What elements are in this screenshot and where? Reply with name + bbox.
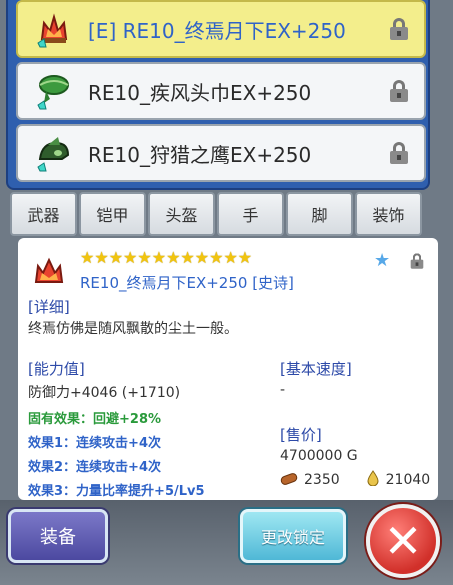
- speed-header: [基本速度]: [280, 360, 352, 378]
- inherent-effect: 固有效果：回避+28%: [28, 412, 162, 427]
- equipment-item-name: RE10_疾风头巾EX+250: [88, 80, 312, 105]
- tab-weapon[interactable]: 武器: [10, 192, 77, 236]
- equip-button[interactable]: 装备: [8, 509, 108, 563]
- item-detail-panel: ★★★★★★★★★★★★ ★ RE10_终焉月下EX+250 [史诗] [详细]…: [18, 238, 438, 500]
- equipment-item-name: [E] RE10_终焉月下EX+250: [88, 18, 346, 43]
- lock-icon[interactable]: [390, 142, 408, 164]
- effect-3: 效果3：力量比率提升+5/Lv5: [28, 484, 205, 499]
- close-button[interactable]: ✕: [366, 504, 440, 578]
- crown-fire-icon: [34, 9, 74, 49]
- defense-value: 防御力+4046 (+1710): [28, 385, 181, 401]
- lock-icon[interactable]: [390, 18, 408, 40]
- effect-1: 效果1：连续攻击+4次: [28, 436, 161, 451]
- tab-accessory[interactable]: 装饰: [355, 192, 422, 236]
- equipment-item-1[interactable]: RE10_疾风头巾EX+250: [16, 62, 426, 120]
- price-header: [售价]: [280, 426, 322, 444]
- equipment-category-tabs: 武器 铠甲 头盔 手 脚 装饰: [10, 192, 422, 236]
- price-gold: 4700000 G: [280, 448, 358, 464]
- tab-foot[interactable]: 脚: [286, 192, 353, 236]
- equipment-item-name: RE10_狩猎之鹰EX+250: [88, 142, 312, 167]
- material-2-count: 21040: [385, 472, 431, 488]
- tab-hand[interactable]: 手: [217, 192, 284, 236]
- item-description: 终焉仿佛是随风飘散的尘土一般。: [28, 321, 238, 337]
- tab-armor[interactable]: 铠甲: [79, 192, 146, 236]
- price-materials: 2350 21040: [280, 470, 430, 490]
- detail-header: [详细]: [28, 298, 70, 316]
- item-title: RE10_终焉月下EX+250 [史诗]: [80, 274, 294, 292]
- hawk-helmet-icon: [34, 133, 74, 173]
- headband-icon: [34, 71, 74, 111]
- ability-header: [能力值]: [28, 360, 85, 378]
- change-lock-button[interactable]: 更改锁定: [240, 509, 346, 563]
- drop-icon: [366, 470, 380, 490]
- tab-helmet[interactable]: 头盔: [148, 192, 215, 236]
- crown-fire-icon: [32, 256, 66, 286]
- favorite-star-icon[interactable]: ★: [374, 250, 390, 271]
- lock-icon[interactable]: [410, 253, 424, 269]
- equipment-item-2[interactable]: RE10_狩猎之鹰EX+250: [16, 124, 426, 182]
- material-1-count: 2350: [304, 472, 340, 488]
- lock-icon[interactable]: [390, 80, 408, 102]
- equipment-item-0[interactable]: [E] RE10_终焉月下EX+250: [16, 0, 426, 58]
- close-icon: ✕: [383, 514, 423, 568]
- star-rating: ★★★★★★★★★★★★: [80, 248, 253, 267]
- effect-2: 效果2：连续攻击+4次: [28, 460, 161, 475]
- wood-log-icon: [280, 471, 298, 490]
- speed-value: -: [280, 382, 286, 398]
- equipment-list-panel: [E] RE10_终焉月下EX+250 RE10_疾风头巾EX+250 RE10…: [6, 0, 430, 190]
- rarity-stars: ★★★★★★★★★★★★: [80, 250, 252, 266]
